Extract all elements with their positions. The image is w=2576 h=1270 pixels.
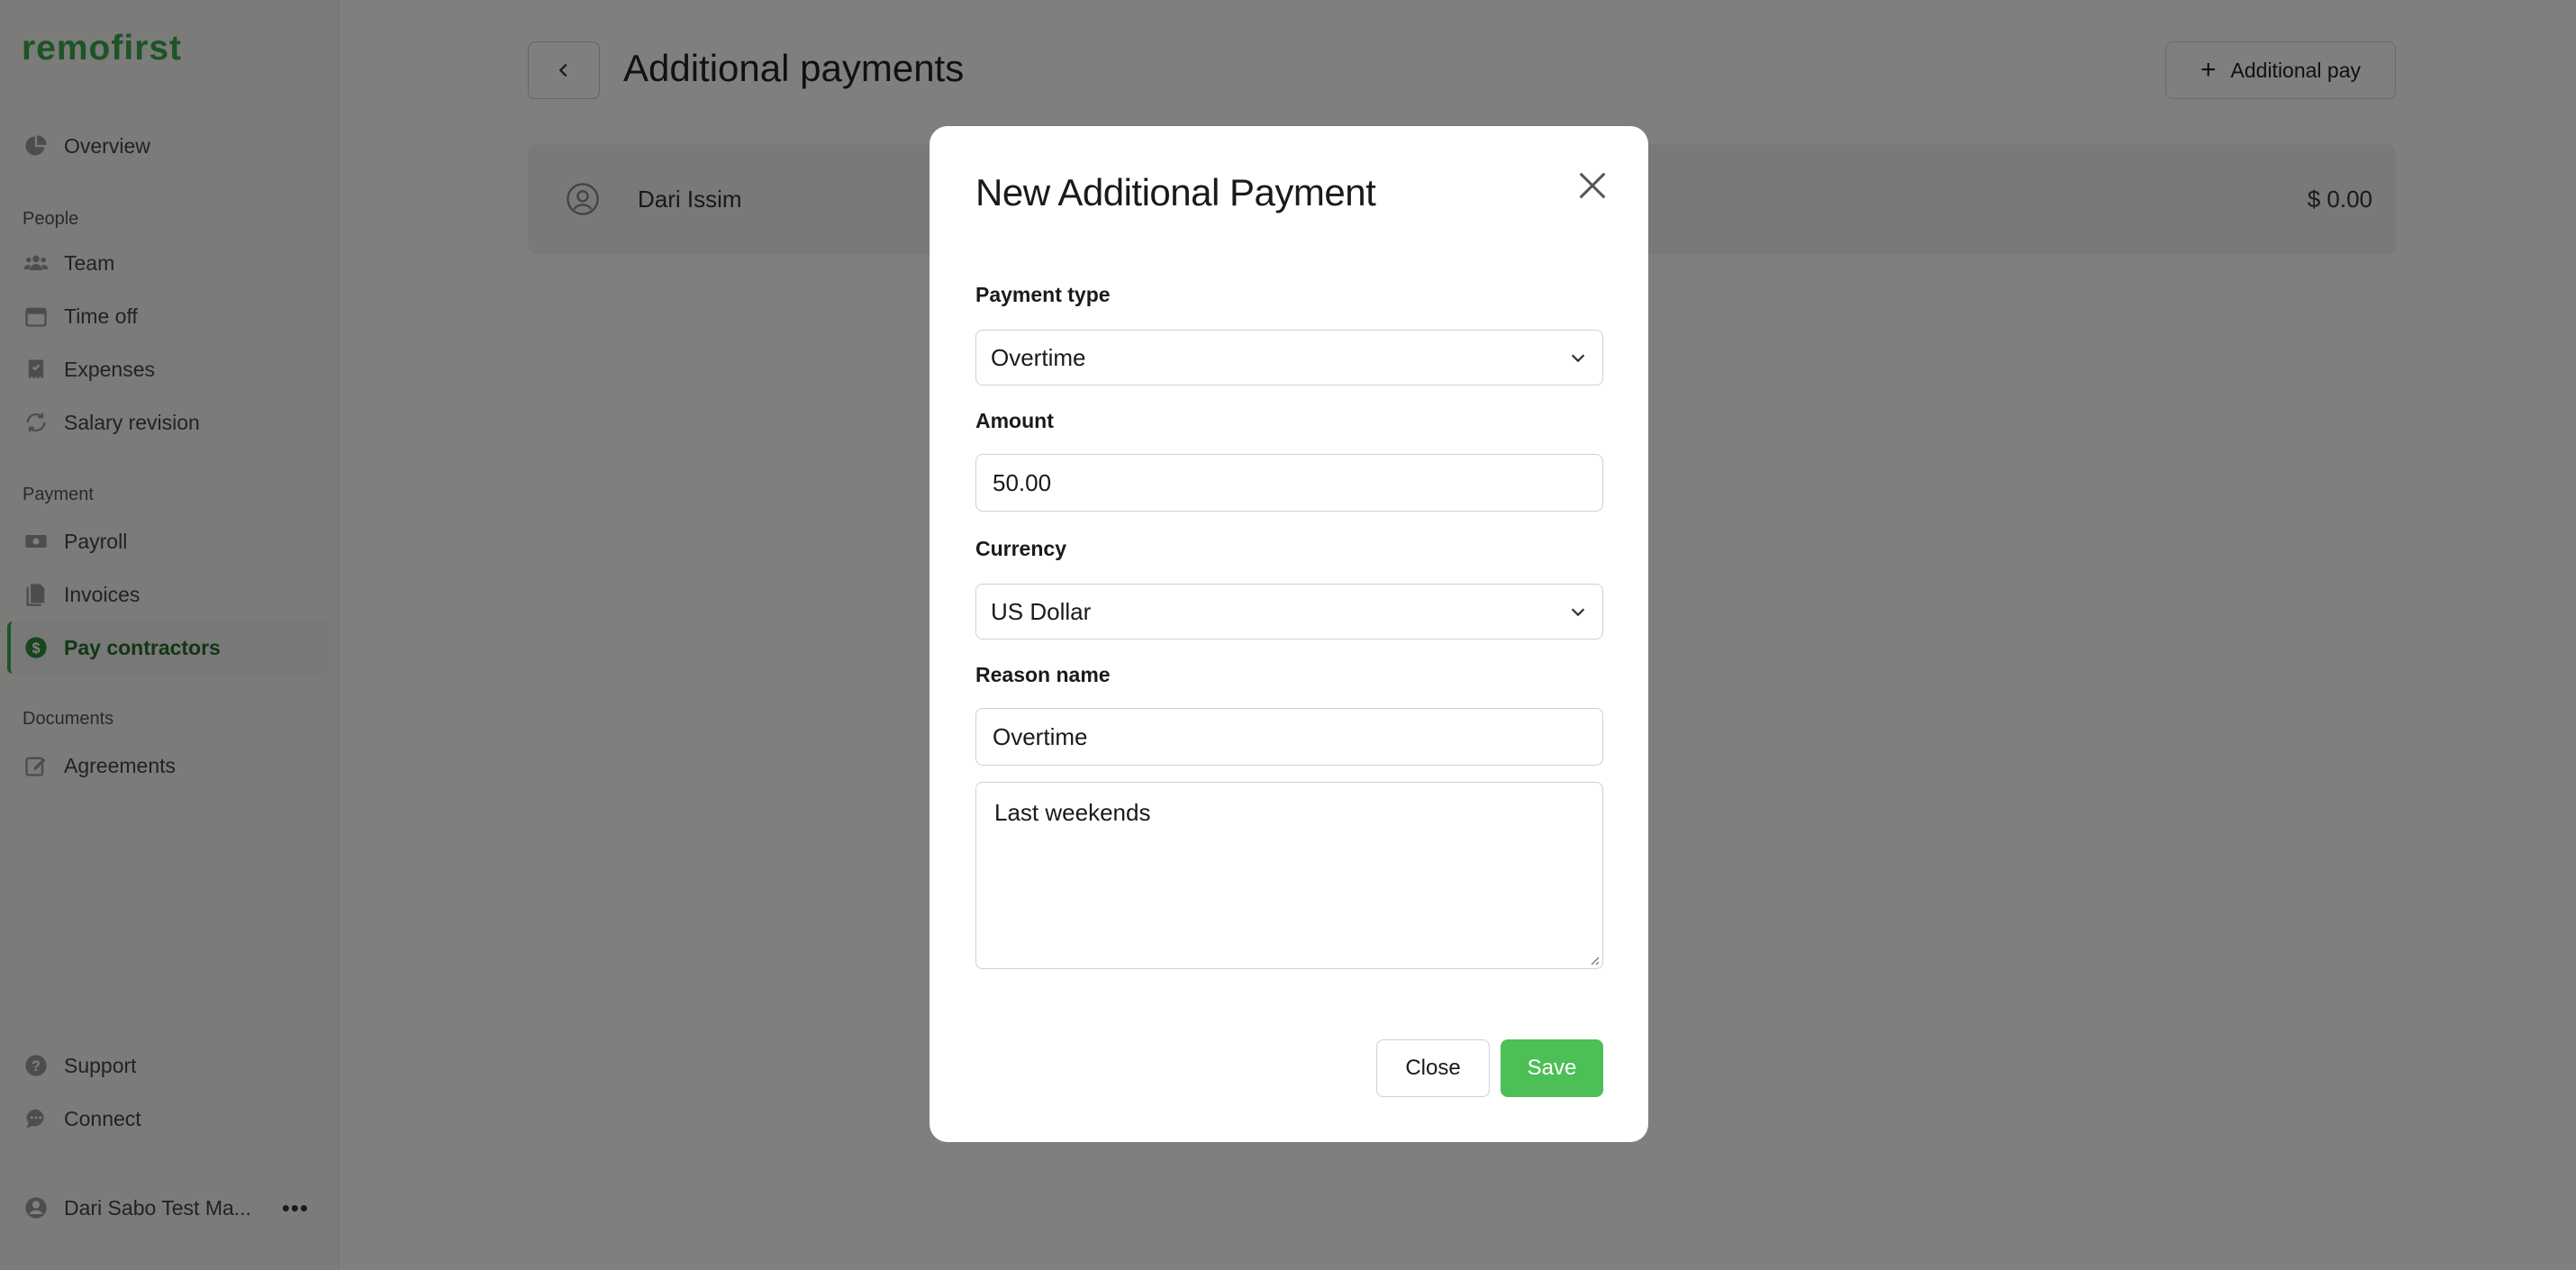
amount-input[interactable]: 50.00	[975, 454, 1603, 512]
chevron-down-icon	[1571, 354, 1585, 363]
note-textarea[interactable]: Last weekends	[975, 782, 1603, 969]
payment-type-select[interactable]: Overtime	[975, 330, 1603, 386]
payment-type-label: Payment type	[975, 283, 1111, 306]
note-value: Last weekends	[994, 799, 1151, 826]
amount-label: Amount	[975, 409, 1054, 432]
payment-type-value: Overtime	[991, 343, 1086, 371]
currency-select[interactable]: US Dollar	[975, 584, 1603, 640]
currency-label: Currency	[975, 537, 1066, 560]
chevron-down-icon	[1571, 608, 1585, 617]
reason-name-label: Reason name	[975, 663, 1111, 686]
dialog-title: New Additional Payment	[975, 171, 1376, 213]
close-button[interactable]: Close	[1376, 1039, 1490, 1097]
reason-name-value: Overtime	[993, 722, 1088, 750]
currency-value: US Dollar	[991, 597, 1092, 625]
new-additional-payment-dialog: New Additional Payment Payment type Over…	[930, 126, 1648, 1142]
close-icon[interactable]	[1574, 168, 1610, 204]
amount-value: 50.00	[993, 468, 1052, 496]
reason-name-input[interactable]: Overtime	[975, 708, 1603, 766]
resize-handle-icon[interactable]	[1586, 952, 1601, 966]
save-button[interactable]: Save	[1501, 1039, 1603, 1097]
